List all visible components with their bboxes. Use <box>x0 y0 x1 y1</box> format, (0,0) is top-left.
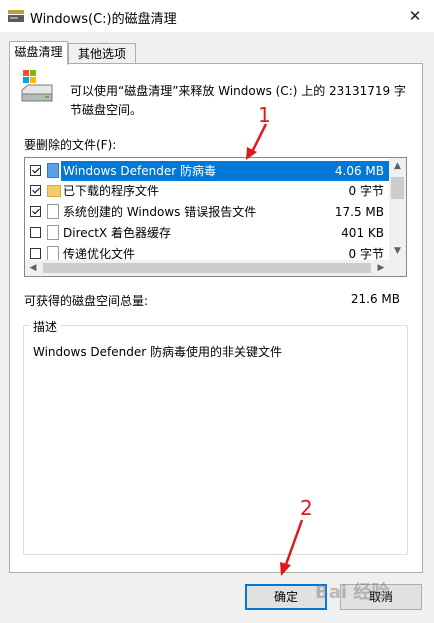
checkbox[interactable] <box>30 206 41 217</box>
disk-cleanup-icon <box>8 10 24 22</box>
scrollbar-corner <box>389 260 406 276</box>
list-item[interactable]: DirectX 着色器缓存 401 KB <box>25 223 390 243</box>
file-size: 17.5 MB <box>334 205 384 219</box>
watermark-logo: Bai 经验 <box>315 582 390 603</box>
list-item[interactable]: Windows Defender 防病毒 4.06 MB <box>25 161 390 181</box>
file-name: DirectX 着色器缓存 <box>63 226 171 240</box>
annotation-marker-2: 2 <box>300 496 313 520</box>
document-icon <box>47 204 59 219</box>
drive-icon <box>21 70 53 102</box>
checkbox[interactable] <box>30 165 41 176</box>
file-size: 0 字节 <box>348 184 384 198</box>
file-name: Windows Defender 防病毒 <box>63 164 216 178</box>
intro-text: 可以使用“磁盘清理”来释放 Windows (C:) 上的 23131719 字… <box>70 84 406 117</box>
scroll-thumb[interactable] <box>391 177 404 199</box>
file-size: 401 KB <box>341 226 384 240</box>
window-title: Windows(C:)的磁盘清理 <box>30 12 177 27</box>
description-legend: 描述 <box>30 318 61 335</box>
shield-icon <box>47 163 59 178</box>
scroll-left-icon[interactable]: ◀ <box>25 260 41 276</box>
vertical-scrollbar[interactable]: ▲ ▼ <box>389 158 406 260</box>
checkbox[interactable] <box>30 248 41 259</box>
scroll-thumb[interactable] <box>43 263 371 273</box>
tab-more-options[interactable]: 其他选项 <box>68 43 136 64</box>
annotation-arrow-icon <box>280 519 304 576</box>
total-space-label: 可获得的磁盘空间总量: <box>24 294 149 308</box>
files-to-delete-label: 要删除的文件(F): <box>24 138 117 152</box>
folder-icon <box>47 185 61 197</box>
tab-disk-cleanup[interactable]: 磁盘清理 <box>9 41 68 65</box>
document-icon <box>47 225 59 240</box>
file-list[interactable]: Windows Defender 防病毒 4.06 MB 已下载的程序文件 0 … <box>24 157 407 277</box>
checkbox[interactable] <box>30 227 41 238</box>
scroll-right-icon[interactable]: ▶ <box>373 260 389 276</box>
document-icon <box>47 246 59 261</box>
description-text: Windows Defender 防病毒使用的非关键文件 <box>33 345 282 359</box>
close-button[interactable]: ✕ <box>398 2 432 30</box>
file-name: 系统创建的 Windows 错误报告文件 <box>63 205 257 219</box>
list-item[interactable]: 已下载的程序文件 0 字节 <box>25 181 390 201</box>
checkbox[interactable] <box>30 185 41 196</box>
list-item[interactable]: 系统创建的 Windows 错误报告文件 17.5 MB <box>25 202 390 222</box>
file-size: 4.06 MB <box>334 164 384 178</box>
scroll-up-icon[interactable]: ▲ <box>389 158 406 175</box>
horizontal-scrollbar[interactable]: ◀ ▶ <box>25 260 389 276</box>
scroll-down-icon[interactable]: ▼ <box>389 243 406 260</box>
file-name: 已下载的程序文件 <box>63 184 160 198</box>
total-space-value: 21.6 MB <box>350 292 400 306</box>
annotation-arrow-icon <box>246 123 268 160</box>
